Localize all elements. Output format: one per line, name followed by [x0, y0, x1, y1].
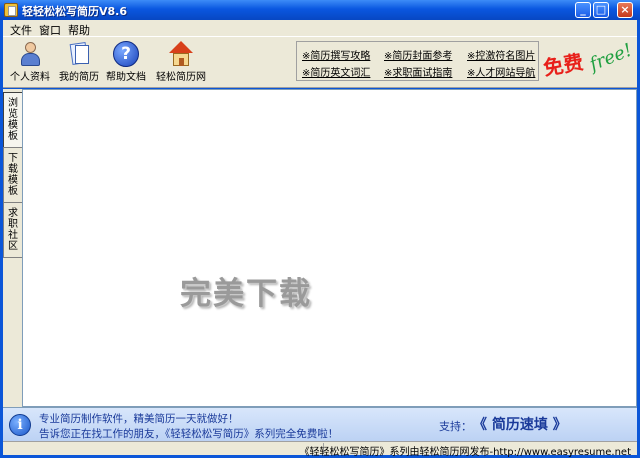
- app-window: 轻轻松松写简历V8.6 _ □ × 文件 窗口 帮助 个人资料 我的简历 ? 帮…: [0, 0, 640, 458]
- link-english-vocab[interactable]: ※简历英文词汇: [302, 64, 370, 79]
- personal-info-button[interactable]: 个人资料: [7, 41, 53, 83]
- title-bar[interactable]: 轻轻松松写简历V8.6 _ □ ×: [0, 0, 640, 20]
- app-icon: [4, 3, 18, 17]
- promo-line-2: 告诉您正在找工作的朋友，《轻轻松松写简历》系列完全免费啦！: [39, 428, 339, 440]
- status-bar: 《轻轻松松写简历》系列由轻松简历网发布-http://www.easyresum…: [3, 441, 637, 458]
- maximize-button[interactable]: □: [593, 2, 609, 18]
- info-icon: i: [9, 414, 31, 436]
- help-icon: ?: [113, 41, 139, 67]
- tab-job-community[interactable]: 求职社区: [3, 202, 22, 258]
- window-title: 轻轻松松写简历V8.6: [22, 5, 127, 18]
- link-signature-images[interactable]: ※控激符名图片: [467, 47, 535, 62]
- menu-help[interactable]: 帮助: [65, 20, 94, 37]
- person-icon: [17, 41, 43, 67]
- link-cover-reference[interactable]: ※简历封面参考: [384, 47, 452, 62]
- content-area: 完美下载: [22, 89, 637, 407]
- document-icon: [66, 41, 92, 67]
- tab-download-templates-label: 下载模板: [8, 153, 18, 197]
- side-tab-bar: 浏览模板 下载模板 求职社区: [3, 89, 22, 407]
- personal-info-label: 个人资料: [10, 72, 50, 83]
- promo-banner: i 专业简历制作软件，精美简历一天就做好！ 告诉您正在找工作的朋友，《轻轻松松写…: [3, 407, 637, 441]
- my-resume-button[interactable]: 我的简历: [56, 41, 102, 83]
- tab-browse-templates[interactable]: 浏览模板: [3, 92, 22, 148]
- link-job-sites[interactable]: ※人才网站导航: [467, 64, 535, 79]
- menu-bar: 文件 窗口 帮助: [3, 20, 637, 37]
- toolbar: 个人资料 我的简历 ? 帮助文档 轻松简历网 ※简历撰写攻略 ※简历封面参考 ※…: [3, 36, 637, 88]
- free-badge-cn: 免费: [541, 49, 586, 81]
- resume-site-button[interactable]: 轻松简历网: [153, 41, 209, 83]
- watermark-text: 完美下载: [180, 276, 312, 312]
- my-resume-label: 我的简历: [59, 72, 99, 83]
- resume-site-label: 轻松简历网: [156, 72, 206, 83]
- menu-file[interactable]: 文件: [7, 20, 36, 37]
- link-interview-guide[interactable]: ※求职面试指南: [384, 64, 452, 79]
- tab-job-community-label: 求职社区: [8, 208, 18, 252]
- free-badge: 免费 free!: [541, 39, 636, 83]
- status-text: 《轻轻松松写简历》系列由轻松简历网发布-http://www.easyresum…: [299, 447, 631, 458]
- promo-line-1: 专业简历制作软件，精美简历一天就做好！: [39, 413, 239, 425]
- menu-window[interactable]: 窗口: [36, 20, 65, 37]
- support-link[interactable]: 《 简历速填 》: [473, 414, 567, 434]
- help-docs-button[interactable]: ? 帮助文档: [103, 41, 149, 83]
- tab-browse-templates-label: 浏览模板: [8, 98, 18, 142]
- minimize-button[interactable]: _: [575, 2, 591, 18]
- home-icon: [168, 41, 194, 67]
- free-badge-en: free!: [586, 39, 636, 76]
- help-docs-label: 帮助文档: [106, 72, 146, 83]
- quick-links-panel: ※简历撰写攻略 ※简历封面参考 ※控激符名图片 ※简历英文词汇 ※求职面试指南 …: [296, 41, 539, 81]
- link-resume-tips[interactable]: ※简历撰写攻略: [302, 47, 370, 62]
- close-button[interactable]: ×: [617, 2, 633, 18]
- support-label: 支持：: [439, 420, 472, 433]
- tab-download-templates[interactable]: 下载模板: [3, 147, 22, 203]
